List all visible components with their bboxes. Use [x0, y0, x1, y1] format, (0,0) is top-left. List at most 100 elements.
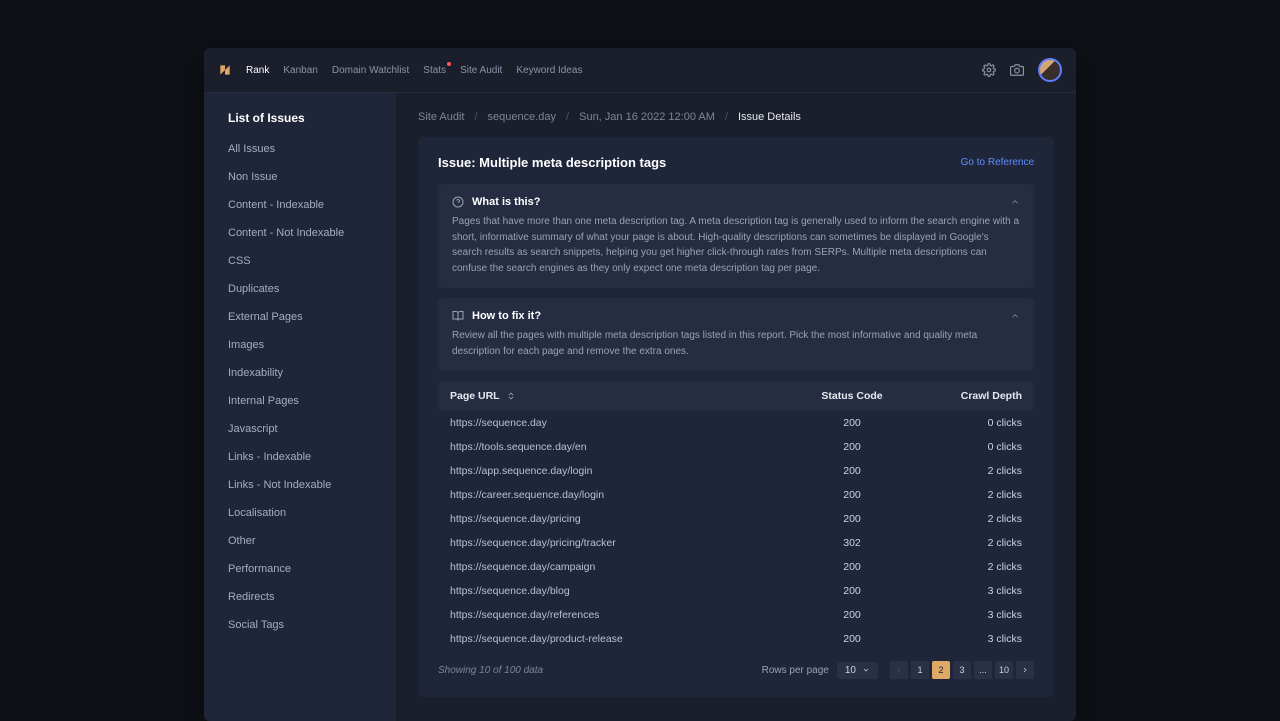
cell-status: 200	[792, 561, 912, 573]
table-row[interactable]: https://sequence.day/product-release2003…	[438, 627, 1034, 651]
app-logo-icon	[218, 63, 232, 77]
sidebar-item-non-issue[interactable]: Non Issue	[228, 163, 372, 191]
page-1[interactable]: 1	[911, 661, 929, 679]
table-row[interactable]: https://sequence.day/campaign2002 clicks	[438, 555, 1034, 579]
sidebar-item-images[interactable]: Images	[228, 331, 372, 359]
cell-url: https://career.sequence.day/login	[450, 489, 792, 501]
nav-domain-watchlist[interactable]: Domain Watchlist	[332, 65, 409, 76]
sidebar-item-content-not-indexable[interactable]: Content - Not Indexable	[228, 219, 372, 247]
page-prev[interactable]	[890, 661, 908, 679]
sidebar-item-social-tags[interactable]: Social Tags	[228, 611, 372, 639]
chevron-left-icon	[895, 666, 903, 674]
chevron-right-icon	[1021, 666, 1029, 674]
footer-right: Rows per page 10 123...10	[762, 661, 1034, 679]
topbar-left: Rank Kanban Domain Watchlist Stats Site Audi…	[218, 63, 583, 77]
sidebar-item-external-pages[interactable]: External Pages	[228, 303, 372, 331]
settings-icon[interactable]	[982, 63, 996, 77]
breadcrumb-item[interactable]: sequence.day	[488, 111, 557, 123]
cell-depth: 0 clicks	[912, 417, 1022, 429]
stats-notification-dot	[447, 62, 451, 66]
body: List of Issues All IssuesNon IssueConten…	[204, 93, 1076, 721]
topbar-right	[982, 58, 1062, 82]
how-to-fix-header[interactable]: How to fix it?	[452, 310, 1020, 322]
nav-site-audit[interactable]: Site Audit	[460, 65, 502, 76]
cell-url: https://sequence.day	[450, 417, 792, 429]
user-avatar[interactable]	[1038, 58, 1062, 82]
pagination: 123...10	[890, 661, 1034, 679]
sidebar-item-redirects[interactable]: Redirects	[228, 583, 372, 611]
sidebar-item-indexability[interactable]: Indexability	[228, 359, 372, 387]
rows-per-page-select[interactable]: 10	[837, 662, 878, 679]
cell-url: https://sequence.day/references	[450, 609, 792, 621]
topbar: Rank Kanban Domain Watchlist Stats Site Audi…	[204, 48, 1076, 93]
cell-status: 200	[792, 585, 912, 597]
sidebar-item-all-issues[interactable]: All Issues	[228, 135, 372, 163]
table-row[interactable]: https://sequence.day/pricing2002 clicks	[438, 507, 1034, 531]
cell-url: https://tools.sequence.day/en	[450, 441, 792, 453]
table-header: Page URL Status Code Crawl Depth	[438, 381, 1034, 411]
table-row[interactable]: https://app.sequence.day/login2002 click…	[438, 459, 1034, 483]
cell-depth: 2 clicks	[912, 489, 1022, 501]
breadcrumb-separator: /	[474, 111, 477, 123]
cell-depth: 3 clicks	[912, 585, 1022, 597]
chevron-down-icon	[862, 666, 870, 674]
what-is-this-header[interactable]: What is this?	[452, 196, 1020, 208]
col-status-code[interactable]: Status Code	[792, 390, 912, 402]
cell-url: https://sequence.day/pricing	[450, 513, 792, 525]
sidebar-item-localisation[interactable]: Localisation	[228, 499, 372, 527]
table-row[interactable]: https://tools.sequence.day/en2000 clicks	[438, 435, 1034, 459]
breadcrumb-item[interactable]: Sun, Jan 16 2022 12:00 AM	[579, 111, 715, 123]
table-row[interactable]: https://sequence.day/references2003 clic…	[438, 603, 1034, 627]
sidebar-item-links-indexable[interactable]: Links - Indexable	[228, 443, 372, 471]
col-crawl-depth[interactable]: Crawl Depth	[912, 390, 1022, 402]
page-next[interactable]	[1016, 661, 1034, 679]
nav-stats[interactable]: Stats	[423, 65, 446, 76]
nav-rank[interactable]: Rank	[246, 65, 269, 76]
breadcrumb-item[interactable]: Site Audit	[418, 111, 464, 123]
chevron-up-icon[interactable]	[1010, 311, 1020, 321]
sort-icon	[506, 391, 516, 401]
card-header: Issue: Multiple meta description tags Go…	[438, 155, 1034, 170]
showing-text: Showing 10 of 100 data	[438, 665, 543, 676]
col-page-url[interactable]: Page URL	[450, 390, 792, 402]
sidebar-item-internal-pages[interactable]: Internal Pages	[228, 387, 372, 415]
sidebar-title: List of Issues	[228, 111, 372, 125]
table-row[interactable]: https://career.sequence.day/login2002 cl…	[438, 483, 1034, 507]
what-is-this-body: Pages that have more than one meta descr…	[452, 214, 1020, 276]
table-row[interactable]: https://sequence.day2000 clicks	[438, 411, 1034, 435]
page-3[interactable]: 3	[953, 661, 971, 679]
sidebar-item-performance[interactable]: Performance	[228, 555, 372, 583]
rows-per-page: Rows per page 10	[762, 662, 878, 679]
breadcrumb-separator: /	[566, 111, 569, 123]
sidebar-item-content-indexable[interactable]: Content - Indexable	[228, 191, 372, 219]
sidebar-item-duplicates[interactable]: Duplicates	[228, 275, 372, 303]
sidebar-item-javascript[interactable]: Javascript	[228, 415, 372, 443]
table-row[interactable]: https://sequence.day/blog2003 clicks	[438, 579, 1034, 603]
cell-status: 200	[792, 441, 912, 453]
cell-url: https://sequence.day/product-release	[450, 633, 792, 645]
sidebar-item-other[interactable]: Other	[228, 527, 372, 555]
nav-keyword-ideas[interactable]: Keyword Ideas	[516, 65, 582, 76]
rows-per-page-value: 10	[845, 665, 856, 676]
breadcrumb-item: Issue Details	[738, 111, 801, 123]
cell-depth: 2 clicks	[912, 537, 1022, 549]
page-ellipsis: ...	[974, 661, 992, 679]
nav-items: Rank Kanban Domain Watchlist Stats Site Audi…	[246, 65, 583, 76]
table-row[interactable]: https://sequence.day/pricing/tracker3022…	[438, 531, 1034, 555]
table-footer: Showing 10 of 100 data Rows per page 10	[438, 661, 1034, 679]
cell-status: 200	[792, 417, 912, 429]
chevron-up-icon[interactable]	[1010, 197, 1020, 207]
cell-status: 200	[792, 513, 912, 525]
book-icon	[452, 310, 464, 322]
cell-status: 302	[792, 537, 912, 549]
go-to-reference-link[interactable]: Go to Reference	[961, 157, 1034, 168]
cell-depth: 2 clicks	[912, 561, 1022, 573]
cell-depth: 3 clicks	[912, 609, 1022, 621]
page-10[interactable]: 10	[995, 661, 1013, 679]
sidebar-item-css[interactable]: CSS	[228, 247, 372, 275]
main-panel: Site Audit / sequence.day / Sun, Jan 16 2022…	[396, 93, 1076, 721]
camera-icon[interactable]	[1010, 63, 1024, 77]
sidebar-item-links-not-indexable[interactable]: Links - Not Indexable	[228, 471, 372, 499]
nav-kanban[interactable]: Kanban	[283, 65, 317, 76]
page-2[interactable]: 2	[932, 661, 950, 679]
